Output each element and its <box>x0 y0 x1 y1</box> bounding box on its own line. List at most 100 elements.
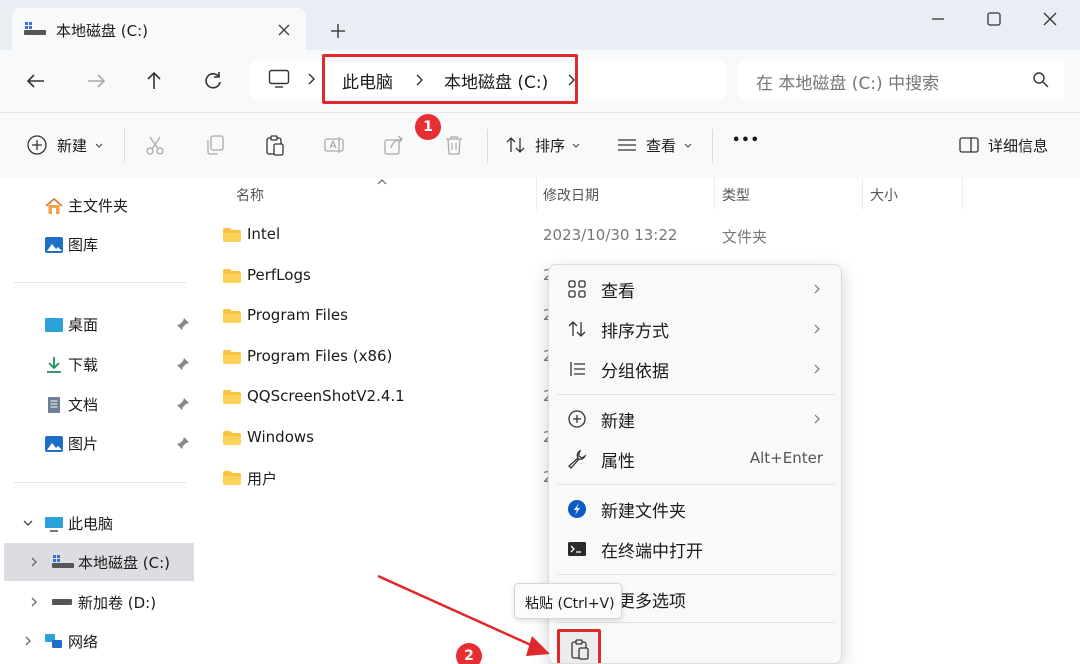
monitor-icon[interactable] <box>268 69 290 89</box>
home-icon <box>44 197 64 215</box>
file-name: Intel <box>247 225 281 243</box>
chevron-right-icon <box>811 323 823 335</box>
pin-icon[interactable] <box>176 397 190 411</box>
menu-item-sort-by[interactable]: 排序方式 <box>549 309 841 349</box>
new-folder-icon <box>567 499 587 519</box>
menu-divider <box>557 622 835 623</box>
navigation-pane: 主文件夹 图库 桌面 下载 文档 图片 此电脑 本地磁盘 (C:) 新加卷 (D… <box>0 178 200 664</box>
share-icon[interactable] <box>383 134 405 156</box>
paste-button[interactable] <box>557 629 601 663</box>
maximize-icon[interactable] <box>982 8 1006 30</box>
sidebar-item-gallery[interactable]: 图库 <box>0 225 196 263</box>
column-header-type[interactable]: 类型 <box>722 185 750 205</box>
menu-item-label: 新建文件夹 <box>601 502 686 522</box>
sidebar-item-home[interactable]: 主文件夹 <box>0 186 196 224</box>
column-divider[interactable] <box>536 178 537 210</box>
file-row[interactable]: Program Files (x86) <box>220 338 540 376</box>
sidebar-item-local-disk-c[interactable]: 本地磁盘 (C:) <box>4 543 194 581</box>
drive-icon <box>52 597 74 607</box>
menu-divider <box>557 394 835 395</box>
sidebar-item-label: 网络 <box>68 633 99 651</box>
minimize-icon[interactable] <box>926 10 950 28</box>
up-arrow-icon[interactable] <box>140 67 168 95</box>
file-row[interactable]: QQScreenShotV2.4.1 <box>220 378 540 416</box>
sidebar-item-network[interactable]: 网络 <box>0 622 196 660</box>
menu-item-view[interactable]: 查看 <box>549 269 841 309</box>
cut-icon[interactable] <box>144 134 166 156</box>
chevron-right-icon[interactable] <box>304 69 318 89</box>
gallery-icon <box>44 236 64 254</box>
column-divider[interactable] <box>962 178 963 210</box>
file-row[interactable]: Intel <box>220 216 540 254</box>
menu-item-label: 在终端中打开 <box>601 542 703 562</box>
title-bar: 本地磁盘 (C:) <box>0 0 1080 50</box>
pin-icon[interactable] <box>176 436 190 450</box>
sidebar-item-pictures[interactable]: 图片 <box>0 424 196 462</box>
view-label: 查看 <box>646 137 677 155</box>
close-window-icon[interactable] <box>1038 8 1062 30</box>
drive-icon <box>24 21 46 35</box>
toolbar-divider <box>124 129 125 163</box>
more-options-icon[interactable]: ••• <box>732 133 760 148</box>
step-badge-1: 1 <box>415 114 441 140</box>
column-divider[interactable] <box>862 178 863 210</box>
sort-button[interactable]: 排序 <box>505 113 585 177</box>
breadcrumb-this-pc[interactable]: 此电脑 <box>342 68 393 93</box>
column-divider[interactable] <box>714 178 715 210</box>
view-button[interactable]: 查看 <box>614 113 696 177</box>
column-header-name[interactable]: 名称 <box>236 185 264 205</box>
sidebar-item-new-volume-d[interactable]: 新加卷 (D:) <box>0 583 196 621</box>
menu-item-open-in-terminal[interactable]: 在终端中打开 <box>549 529 841 569</box>
sidebar-item-downloads[interactable]: 下载 <box>0 345 196 383</box>
chevron-right-icon[interactable] <box>22 635 34 647</box>
close-tab-icon[interactable] <box>274 20 294 40</box>
menu-item-new-folder[interactable]: 新建文件夹 <box>549 489 841 529</box>
tab-local-disk-c[interactable]: 本地磁盘 (C:) <box>12 8 306 50</box>
delete-icon[interactable] <box>443 134 465 156</box>
group-by-icon <box>567 359 587 379</box>
menu-item-properties[interactable]: 属性 Alt+Enter <box>549 439 841 479</box>
new-tab-icon[interactable] <box>327 20 349 42</box>
menu-item-group-by[interactable]: 分组依据 <box>549 349 841 389</box>
forward-arrow-icon[interactable] <box>82 67 110 95</box>
chevron-right-icon <box>811 283 823 295</box>
menu-item-new[interactable]: 新建 <box>549 399 841 439</box>
list-view-icon <box>616 134 638 156</box>
refresh-icon[interactable] <box>199 67 227 95</box>
breadcrumb-local-disk[interactable]: 本地磁盘 (C:) <box>444 68 548 93</box>
pin-icon[interactable] <box>176 357 190 371</box>
rename-icon[interactable] <box>323 134 345 156</box>
file-row[interactable]: Program Files <box>220 297 540 335</box>
search-placeholder: 在 本地磁盘 (C:) 中搜索 <box>756 74 940 94</box>
sidebar-item-label: 此电脑 <box>68 515 114 533</box>
chevron-down-icon <box>571 142 581 150</box>
file-row[interactable]: PerfLogs <box>220 257 540 295</box>
chevron-right-icon[interactable] <box>564 70 578 90</box>
sidebar-item-this-pc[interactable]: 此电脑 <box>0 504 196 542</box>
folder-icon <box>222 308 242 324</box>
chevron-right-icon[interactable] <box>28 556 40 568</box>
new-button[interactable]: 新建 <box>24 113 114 177</box>
file-name: Program Files <box>247 306 348 324</box>
back-arrow-icon[interactable] <box>22 67 50 95</box>
copy-icon[interactable] <box>204 134 226 156</box>
details-label: 详细信息 <box>988 137 1049 155</box>
command-bar: 新建 1 排序 查看 ••• 详细信息 <box>0 112 1080 178</box>
paste-icon[interactable] <box>264 134 286 156</box>
sidebar-item-documents[interactable]: 文档 <box>0 385 196 423</box>
chevron-right-icon[interactable] <box>412 70 426 90</box>
column-header-modified[interactable]: 修改日期 <box>543 185 599 205</box>
chevron-down-icon[interactable] <box>22 517 34 529</box>
file-name: Windows <box>247 428 314 446</box>
pin-icon[interactable] <box>176 317 190 331</box>
sort-label: 排序 <box>535 137 566 155</box>
chevron-right-icon[interactable] <box>28 596 40 608</box>
file-type: 文件夹 <box>722 228 768 246</box>
file-row[interactable]: Windows <box>220 419 540 457</box>
menu-item-label: 分组依据 <box>601 362 669 382</box>
search-icon[interactable] <box>1032 71 1050 89</box>
column-header-size[interactable]: 大小 <box>870 185 898 205</box>
details-button[interactable]: 详细信息 <box>956 113 1066 177</box>
file-row[interactable]: 用户 <box>220 459 540 497</box>
sidebar-item-desktop[interactable]: 桌面 <box>0 305 196 343</box>
